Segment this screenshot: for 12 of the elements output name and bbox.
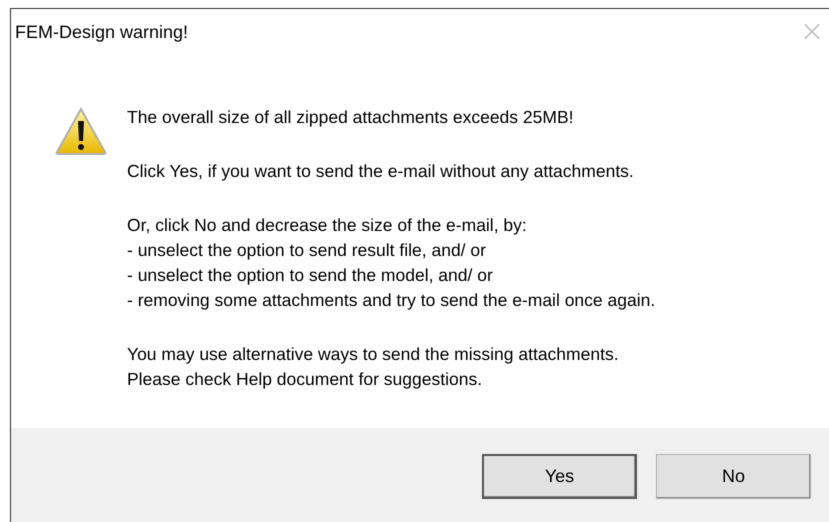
message-text: - unselect the option to send result file, and/ or <box>127 239 487 262</box>
window-title: FEM-Design warning! <box>15 22 188 42</box>
message-text: You may use alternative ways to send the missing attachments. <box>127 343 620 366</box>
dialog-button[interactable]: No <box>656 454 811 498</box>
message-text: Or, click No and decrease the size of the e-mail, by: <box>127 214 528 237</box>
message-text: - removing some attachments and try to send the e-mail once again. <box>127 289 656 312</box>
warning-icon <box>55 107 107 155</box>
message-text: Click Yes, if you want to send the e-mail without any attachments. <box>127 160 635 183</box>
message-text: - unselect the option to send the model, and/ or <box>127 264 494 287</box>
dialog-button[interactable]: Yes <box>482 454 637 498</box>
message-text: The overall size of all zipped attachments exceeds 25MB! <box>127 106 574 129</box>
message-text: Please check Help document for suggestions. <box>127 368 484 391</box>
